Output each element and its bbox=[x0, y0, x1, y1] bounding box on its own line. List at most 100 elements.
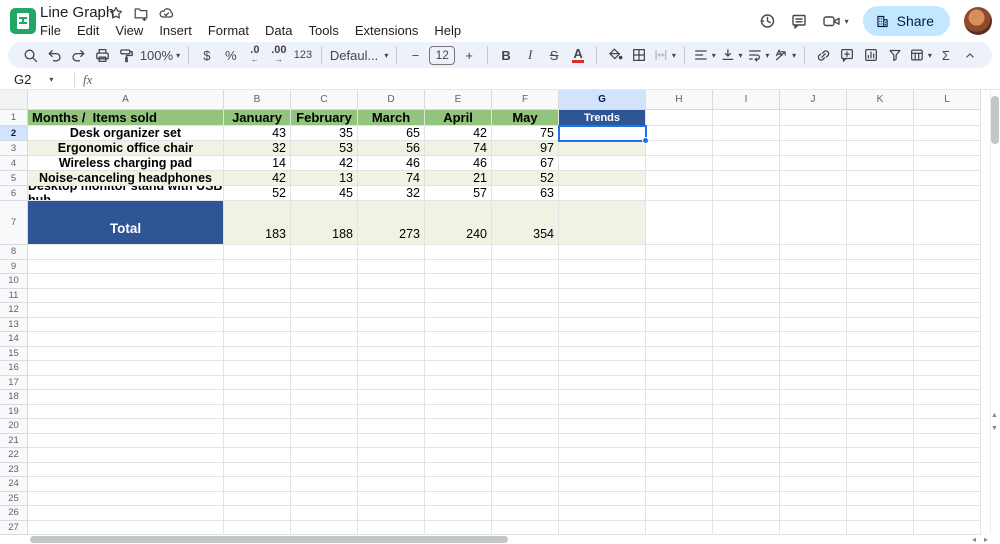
cell-C27[interactable] bbox=[291, 520, 358, 535]
cell-H6[interactable] bbox=[646, 186, 713, 201]
cell-G13[interactable] bbox=[559, 317, 646, 332]
cell-D17[interactable] bbox=[358, 375, 425, 390]
cell-J14[interactable] bbox=[780, 332, 847, 347]
cell-B27[interactable] bbox=[224, 520, 291, 535]
column-header-C[interactable]: C bbox=[291, 90, 358, 110]
print-icon[interactable] bbox=[92, 44, 112, 66]
menu-item-edit[interactable]: Edit bbox=[69, 21, 107, 40]
cell-I2[interactable] bbox=[713, 126, 780, 141]
cell-K13[interactable] bbox=[847, 317, 914, 332]
cell-B1[interactable]: January bbox=[224, 110, 291, 126]
text-color-button[interactable]: A bbox=[568, 44, 588, 66]
cell-B16[interactable] bbox=[224, 361, 291, 376]
cell-D6[interactable]: 32 bbox=[358, 186, 425, 201]
cell-K16[interactable] bbox=[847, 361, 914, 376]
cell-I18[interactable] bbox=[713, 390, 780, 405]
cell-F23[interactable] bbox=[492, 462, 559, 477]
cell-D11[interactable] bbox=[358, 288, 425, 303]
create-filter-button[interactable] bbox=[885, 44, 905, 66]
cell-L20[interactable] bbox=[914, 419, 981, 434]
font-select[interactable]: Defaul... ▾ bbox=[330, 44, 389, 66]
cell-K22[interactable] bbox=[847, 448, 914, 463]
row-header-19[interactable]: 19 bbox=[0, 404, 28, 419]
cell-A12[interactable] bbox=[28, 303, 224, 318]
cell-A21[interactable] bbox=[28, 433, 224, 448]
cell-D16[interactable] bbox=[358, 361, 425, 376]
version-history-icon[interactable] bbox=[758, 12, 776, 30]
cell-H14[interactable] bbox=[646, 332, 713, 347]
cell-C14[interactable] bbox=[291, 332, 358, 347]
video-call-icon[interactable]: ▾ bbox=[822, 12, 849, 30]
cell-A6[interactable]: Desktop monitor stand with USB hub bbox=[28, 186, 224, 201]
cell-I25[interactable] bbox=[713, 491, 780, 506]
cell-D15[interactable] bbox=[358, 346, 425, 361]
cell-J2[interactable] bbox=[780, 126, 847, 141]
cell-B9[interactable] bbox=[224, 259, 291, 274]
cell-H21[interactable] bbox=[646, 433, 713, 448]
increase-decimals-button[interactable]: .00 → bbox=[269, 44, 289, 66]
cell-L8[interactable] bbox=[914, 245, 981, 260]
cell-L3[interactable] bbox=[914, 141, 981, 156]
cell-K23[interactable] bbox=[847, 462, 914, 477]
decrease-decimals-button[interactable]: .0 ← bbox=[245, 44, 265, 66]
cell-B17[interactable] bbox=[224, 375, 291, 390]
comments-icon[interactable] bbox=[790, 12, 808, 30]
cell-L13[interactable] bbox=[914, 317, 981, 332]
cell-I7[interactable] bbox=[713, 201, 780, 245]
cell-B23[interactable] bbox=[224, 462, 291, 477]
cell-F24[interactable] bbox=[492, 477, 559, 492]
cell-E6[interactable]: 57 bbox=[425, 186, 492, 201]
cell-E11[interactable] bbox=[425, 288, 492, 303]
cell-H27[interactable] bbox=[646, 520, 713, 535]
cell-I9[interactable] bbox=[713, 259, 780, 274]
row-header-2[interactable]: 2 bbox=[0, 126, 28, 141]
cell-D22[interactable] bbox=[358, 448, 425, 463]
cell-D21[interactable] bbox=[358, 433, 425, 448]
cell-C26[interactable] bbox=[291, 506, 358, 521]
cell-A18[interactable] bbox=[28, 390, 224, 405]
cell-I17[interactable] bbox=[713, 375, 780, 390]
move-icon[interactable] bbox=[133, 5, 149, 21]
strikethrough-button[interactable]: S bbox=[544, 44, 564, 66]
cell-F21[interactable] bbox=[492, 433, 559, 448]
cell-B4[interactable]: 14 bbox=[224, 156, 291, 171]
cloud-status-icon[interactable] bbox=[158, 5, 175, 21]
cell-H4[interactable] bbox=[646, 156, 713, 171]
cell-C22[interactable] bbox=[291, 448, 358, 463]
cell-F7[interactable]: 354 bbox=[492, 201, 559, 245]
cell-K10[interactable] bbox=[847, 274, 914, 289]
cell-J15[interactable] bbox=[780, 346, 847, 361]
cell-F13[interactable] bbox=[492, 317, 559, 332]
cell-L14[interactable] bbox=[914, 332, 981, 347]
row-header-8[interactable]: 8 bbox=[0, 245, 28, 260]
cell-L23[interactable] bbox=[914, 462, 981, 477]
cell-B14[interactable] bbox=[224, 332, 291, 347]
cell-D19[interactable] bbox=[358, 404, 425, 419]
cell-H17[interactable] bbox=[646, 375, 713, 390]
vertical-align-button[interactable]: ▾ bbox=[720, 44, 743, 66]
cell-E27[interactable] bbox=[425, 520, 492, 535]
cell-C25[interactable] bbox=[291, 491, 358, 506]
cell-H12[interactable] bbox=[646, 303, 713, 318]
cell-I8[interactable] bbox=[713, 245, 780, 260]
row-header-22[interactable]: 22 bbox=[0, 448, 28, 463]
select-all-corner[interactable] bbox=[0, 90, 28, 110]
row-header-14[interactable]: 14 bbox=[0, 332, 28, 347]
cell-I5[interactable] bbox=[713, 171, 780, 186]
cell-C6[interactable]: 45 bbox=[291, 186, 358, 201]
cell-D27[interactable] bbox=[358, 520, 425, 535]
cell-D23[interactable] bbox=[358, 462, 425, 477]
cell-A24[interactable] bbox=[28, 477, 224, 492]
cell-K11[interactable] bbox=[847, 288, 914, 303]
cell-A1[interactable]: Months / Items sold bbox=[28, 110, 224, 126]
menu-item-insert[interactable]: Insert bbox=[151, 21, 200, 40]
horizontal-align-button[interactable]: ▾ bbox=[693, 44, 716, 66]
row-header-9[interactable]: 9 bbox=[0, 259, 28, 274]
column-header-H[interactable]: H bbox=[646, 90, 713, 110]
cell-C18[interactable] bbox=[291, 390, 358, 405]
text-rotation-button[interactable]: ▾ bbox=[773, 44, 796, 66]
cell-G15[interactable] bbox=[559, 346, 646, 361]
cell-H2[interactable] bbox=[646, 126, 713, 141]
cell-E1[interactable]: April bbox=[425, 110, 492, 126]
cell-E24[interactable] bbox=[425, 477, 492, 492]
